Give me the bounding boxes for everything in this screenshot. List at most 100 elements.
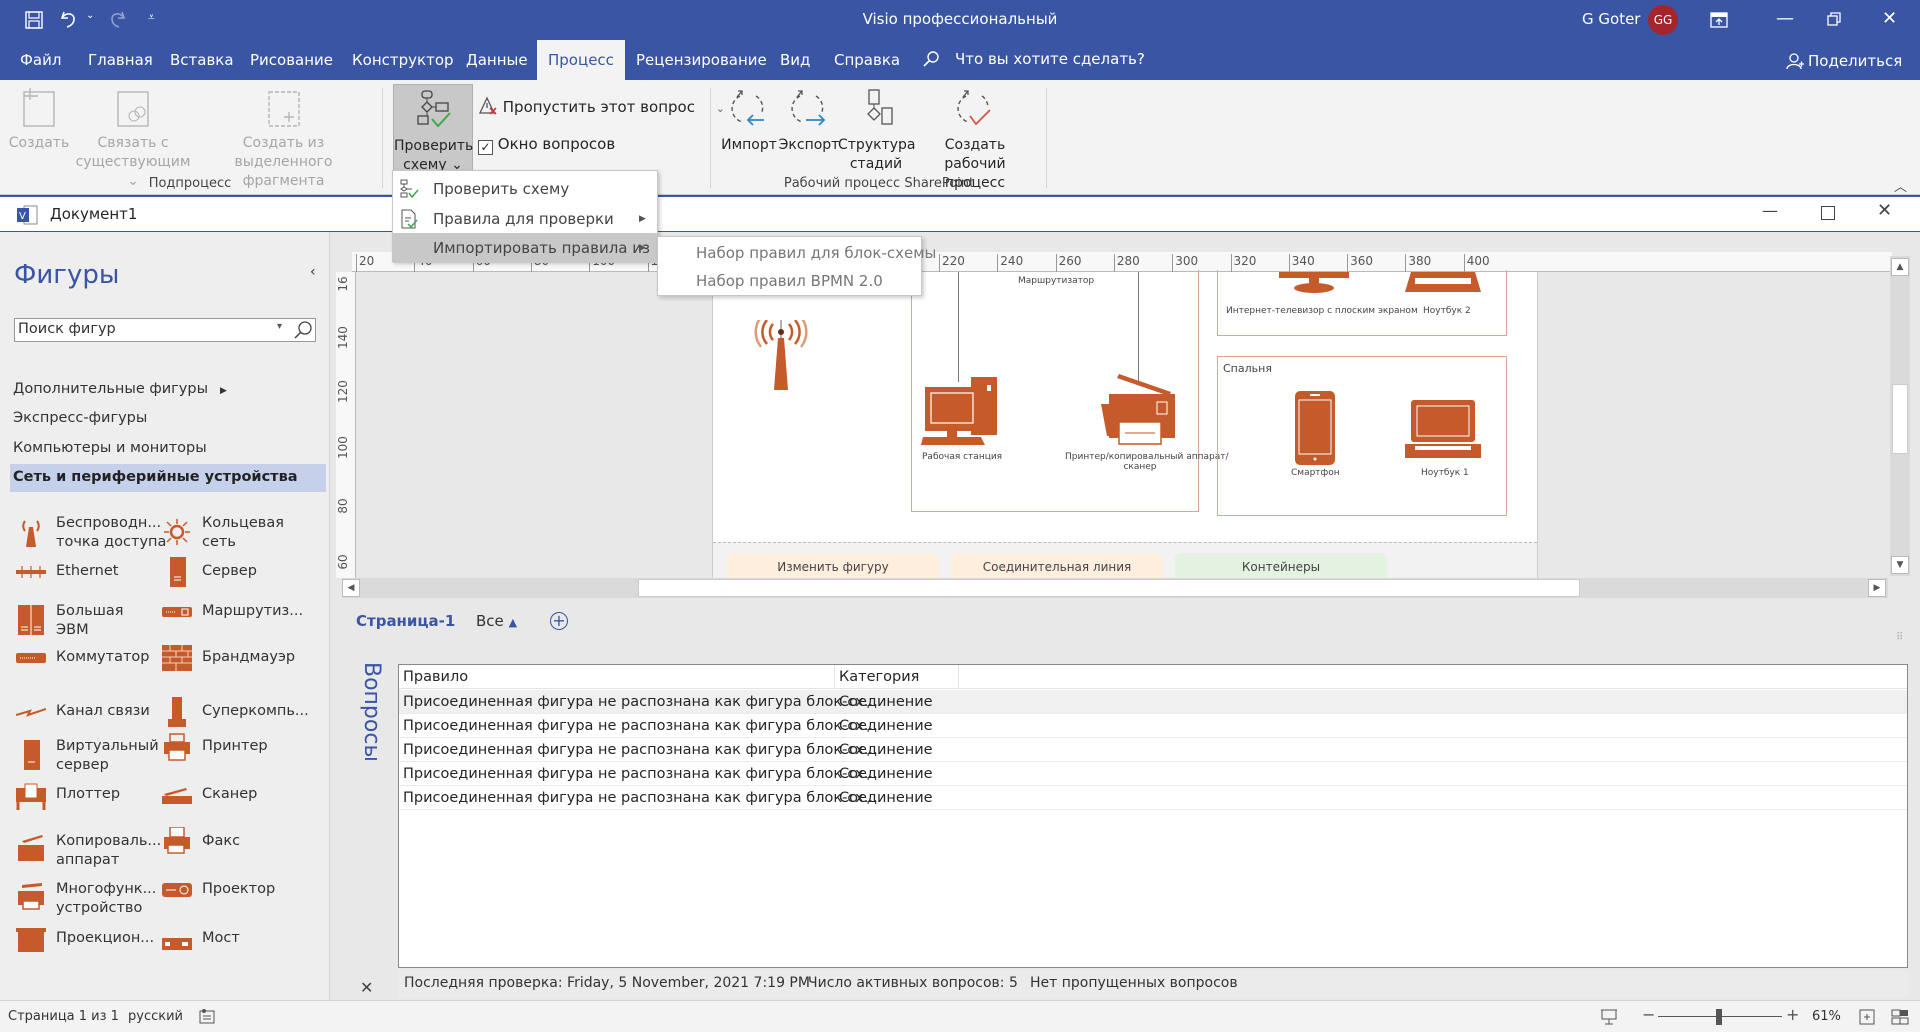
change-shape-button[interactable]: Изменить фигуру: [727, 553, 939, 579]
macro-record-icon[interactable]: [198, 1008, 216, 1028]
ribbon-display-options-icon[interactable]: [1710, 12, 1728, 32]
menu-item-check-diagram[interactable]: Проверить схему: [393, 174, 657, 204]
doc-maximize-icon[interactable]: [1821, 206, 1835, 220]
all-pages-button[interactable]: Все ▲: [476, 612, 517, 630]
tab-insert[interactable]: Вставка: [158, 40, 246, 80]
stencil-shape-scanner[interactable]: Сканер: [162, 785, 257, 804]
connector-line[interactable]: [958, 272, 959, 382]
column-rule[interactable]: Правило: [399, 665, 835, 689]
shape-search-input[interactable]: Поиск фигур ▾: [14, 318, 316, 342]
laptop1-shape[interactable]: [1405, 400, 1481, 458]
category-quick-shapes[interactable]: Экспресс-фигуры: [13, 409, 147, 428]
avatar[interactable]: GG: [1648, 5, 1678, 35]
stencil-shape-server[interactable]: Сервер: [162, 557, 257, 587]
connector-button[interactable]: Соединительная линия: [951, 553, 1163, 579]
submenu-bpmn-rules[interactable]: Набор правил BPMN 2.0: [658, 266, 921, 296]
stencil-shape-projector[interactable]: Проектор: [162, 880, 275, 899]
category-more-shapes[interactable]: Дополнительные фигуры ▶: [13, 380, 227, 401]
vertical-scrollbar[interactable]: ▲ ▼: [1890, 256, 1910, 576]
issues-window-checkbox[interactable]: ✓ Окно вопросов: [478, 135, 615, 155]
user-name[interactable]: G Goter: [1582, 10, 1640, 28]
stencil-shape-projection-screen[interactable]: Проекцион...: [16, 928, 154, 952]
submenu-flowchart-rules[interactable]: Набор правил для блок-схемы: [658, 238, 936, 268]
language-indicator[interactable]: русский: [128, 1009, 183, 1024]
check-diagram-button[interactable]: Проверить схему ⌄: [393, 84, 473, 176]
checkbox-checked-icon[interactable]: ✓: [478, 140, 493, 155]
stencil-shape-plotter[interactable]: Плоттер: [16, 783, 120, 810]
category-network-selected[interactable]: Сеть и периферийные устройства: [10, 464, 326, 492]
smartphone-shape[interactable]: [1295, 391, 1335, 465]
stage-structure-button[interactable]: Структура стадий: [838, 88, 915, 174]
column-category[interactable]: Категория: [835, 665, 959, 689]
scroll-left-icon[interactable]: ◀: [342, 579, 360, 597]
shape-search-icon[interactable]: [293, 320, 313, 344]
minimize-icon[interactable]: —: [1776, 8, 1794, 29]
fit-page-icon[interactable]: [1858, 1008, 1876, 1030]
laptop2-shape[interactable]: [1405, 272, 1481, 294]
horizontal-scroll-thumb[interactable]: [638, 579, 1580, 597]
drawing-page[interactable]: Маршрутизатор Рабочая станция Принтер/ко…: [712, 270, 1538, 579]
menu-item-rules[interactable]: Правила для проверки ▶: [393, 204, 657, 234]
stencil-shape-comm-link[interactable]: Канал связи: [16, 702, 150, 721]
tell-me-input[interactable]: Что вы хотите сделать?: [955, 50, 1145, 68]
tab-design[interactable]: Конструктор: [340, 40, 466, 80]
tab-data[interactable]: Данные: [454, 40, 540, 80]
vertical-scroll-thumb[interactable]: [1892, 384, 1908, 454]
doc-minimize-icon[interactable]: —: [1762, 201, 1778, 220]
stencil-shape-ethernet[interactable]: Ethernet: [16, 562, 118, 581]
resize-grip-icon[interactable]: ⠿: [1896, 632, 1903, 643]
stencil-shape-multifunction-device[interactable]: Многофунк... устройство: [16, 880, 156, 918]
table-row[interactable]: Присоединенная фигура не распознана как …: [399, 786, 1907, 810]
stencil-shape-mainframe[interactable]: Большая ЭВМ: [16, 602, 124, 640]
tab-file[interactable]: Файл: [8, 40, 73, 80]
menu-item-import-rules[interactable]: Импортировать правила из ▶: [393, 233, 657, 263]
tv-shape[interactable]: [1279, 272, 1349, 294]
stencil-shape-firewall[interactable]: Брандмауэр: [162, 645, 295, 671]
presentation-mode-icon[interactable]: [1600, 1008, 1618, 1030]
collapse-panel-icon[interactable]: ‹: [310, 264, 316, 280]
doc-close-icon[interactable]: ✕: [1877, 200, 1892, 221]
containers-button[interactable]: Контейнеры: [1175, 553, 1387, 579]
tab-draw[interactable]: Рисование: [238, 40, 345, 80]
workstation-shape[interactable]: [921, 377, 997, 445]
horizontal-scrollbar[interactable]: ◀ ▶: [342, 578, 1888, 598]
share-person-icon[interactable]: [1786, 52, 1804, 74]
stencil-shape-printer[interactable]: Принтер: [162, 733, 268, 761]
stencil-shape-supercomputer[interactable]: Суперкомпь...: [162, 697, 309, 727]
collapse-ribbon-icon[interactable]: ︿: [1894, 176, 1907, 195]
close-icon[interactable]: ✕: [1882, 8, 1897, 29]
tab-review[interactable]: Рецензирование: [624, 40, 779, 80]
stencil-shape-fax[interactable]: Факс: [162, 827, 240, 854]
page-tab-1[interactable]: Страница-1: [356, 612, 455, 630]
page-indicator[interactable]: Страница 1 из 1: [8, 1009, 119, 1024]
zoom-level[interactable]: 61%: [1812, 1009, 1841, 1024]
tab-view[interactable]: Вид: [768, 40, 822, 80]
scroll-down-icon[interactable]: ▼: [1891, 556, 1909, 574]
stencil-shape-bridge[interactable]: Мост: [162, 929, 240, 950]
connector-line[interactable]: [1138, 272, 1139, 382]
ignore-issue-button[interactable]: Пропустить этот вопрос ⌄: [478, 96, 725, 116]
wireless-ap-shape[interactable]: [753, 320, 809, 390]
tab-home[interactable]: Главная: [76, 40, 165, 80]
search-dropdown-icon[interactable]: ▾: [277, 321, 282, 332]
share-button[interactable]: Поделиться: [1808, 52, 1902, 70]
scroll-up-icon[interactable]: ▲: [1891, 258, 1909, 276]
create-subprocess-button[interactable]: Создать: [8, 88, 70, 153]
table-row[interactable]: Присоединенная фигура не распознана как …: [399, 738, 1907, 762]
table-row[interactable]: Присоединенная фигура не распознана как …: [399, 762, 1907, 786]
tab-help[interactable]: Справка: [822, 40, 912, 80]
zoom-out-button[interactable]: −: [1642, 1005, 1655, 1024]
table-row[interactable]: Присоединенная фигура не распознана как …: [399, 714, 1907, 738]
zoom-in-button[interactable]: +: [1786, 1005, 1799, 1024]
add-page-icon[interactable]: +: [550, 612, 568, 630]
stencil-shape-router[interactable]: Маршрутиз...: [162, 602, 303, 621]
export-workflow-button[interactable]: Экспорт: [778, 88, 840, 155]
stencil-shape-switch[interactable]: Коммутатор: [16, 648, 149, 667]
stencil-shape-virtual-server[interactable]: Виртуальный сервер: [16, 737, 159, 775]
zoom-slider-thumb[interactable]: [1715, 1009, 1722, 1025]
scroll-right-icon[interactable]: ▶: [1868, 579, 1886, 597]
restore-icon[interactable]: [1826, 11, 1842, 31]
close-issues-icon[interactable]: ✕: [360, 978, 373, 997]
stencil-shape-wireless-access-point[interactable]: Беспроводн... точка доступа: [16, 514, 166, 552]
stencil-shape-ring-network[interactable]: Кольцевая сеть: [162, 514, 284, 552]
